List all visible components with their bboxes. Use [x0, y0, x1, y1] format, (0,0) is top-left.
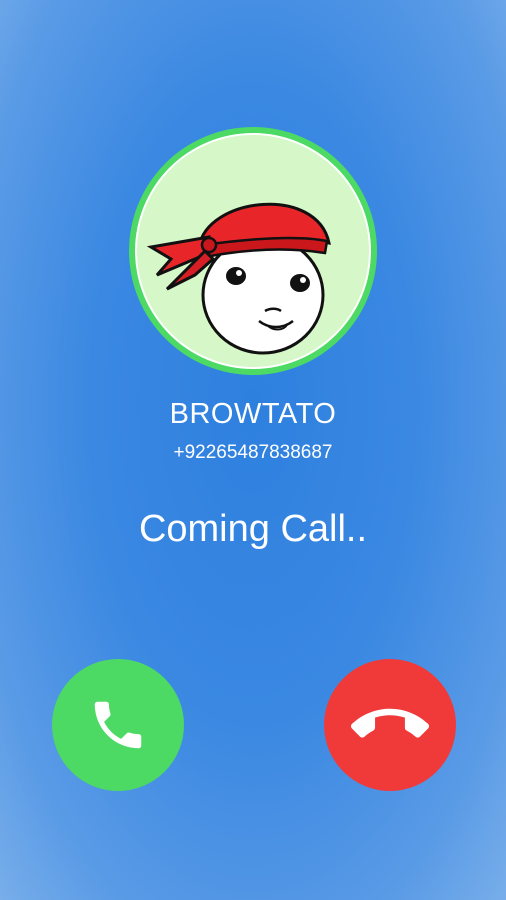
- avatar-illustration: [137, 135, 369, 367]
- caller-name: BROWTATO: [169, 398, 337, 430]
- cartoon-face-icon: [146, 202, 331, 355]
- caller-avatar: [129, 127, 377, 375]
- call-status: Coming Call..: [138, 508, 368, 550]
- phone-hangup-icon: [351, 708, 429, 738]
- decline-call-button[interactable]: [324, 659, 456, 791]
- phone-icon: [94, 701, 142, 749]
- incoming-call-screen: BROWTATO +92265487838687 Coming Call..: [0, 0, 506, 900]
- accept-call-button[interactable]: [52, 659, 184, 791]
- caller-number: +92265487838687: [173, 442, 333, 463]
- avatar-border: [135, 133, 371, 369]
